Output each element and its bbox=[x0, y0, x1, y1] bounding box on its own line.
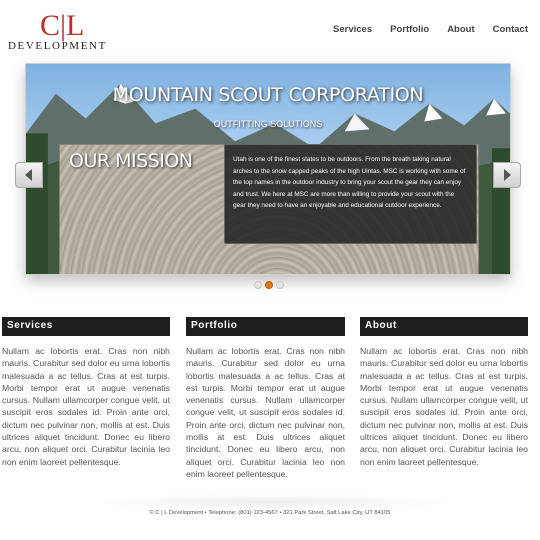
nav-portfolio[interactable]: Portfolio bbox=[390, 24, 429, 35]
slide-caption: Utah is one of the finest states to be o… bbox=[224, 144, 477, 244]
slider-dot-1[interactable] bbox=[254, 281, 262, 289]
logo[interactable]: C|L DEVELOPMENT bbox=[8, 9, 118, 53]
slider-dot-3[interactable] bbox=[276, 281, 284, 289]
slide-subtitle: OUTFITTING SOLUTIONS bbox=[213, 119, 323, 129]
nav-services[interactable]: Services bbox=[333, 24, 372, 35]
slider-dot-2[interactable] bbox=[265, 281, 273, 289]
section-body: Nullam ac lobortis erat. Cras non nibh m… bbox=[2, 346, 170, 467]
about-section: About Nullam ac lobortis erat. Cras non … bbox=[360, 317, 528, 468]
section-heading: Portfolio bbox=[186, 317, 345, 336]
main-nav: Services Portfolio About Contact bbox=[333, 24, 528, 35]
nav-contact[interactable]: Contact bbox=[493, 24, 528, 35]
slider-prev-button[interactable] bbox=[15, 162, 43, 188]
slider-pagination bbox=[254, 281, 284, 289]
footer: © C | L Development • Telephone: (801) 1… bbox=[149, 510, 391, 516]
section-heading: About bbox=[360, 317, 528, 336]
slide-title: MOUNTAIN SCOUT CORPORATION bbox=[112, 84, 424, 106]
portfolio-section: Portfolio Nullam ac lobortis erat. Cras … bbox=[186, 317, 345, 480]
section-body: Nullam ac lobortis erat. Cras non nibh m… bbox=[360, 346, 528, 467]
section-heading: Services bbox=[2, 317, 170, 336]
footer-divider bbox=[90, 494, 450, 510]
section-body: Nullam ac lobortis erat. Cras non nibh m… bbox=[186, 346, 345, 479]
slider-next-button[interactable] bbox=[493, 162, 521, 188]
mission-heading: OUR MISSION bbox=[69, 150, 193, 172]
logo-wordmark: DEVELOPMENT bbox=[8, 40, 107, 52]
nav-about[interactable]: About bbox=[447, 24, 474, 35]
chevron-right-icon bbox=[504, 169, 511, 181]
logo-mark: C|L bbox=[40, 9, 85, 42]
chevron-left-icon bbox=[25, 169, 32, 181]
services-section: Services Nullam ac lobortis erat. Cras n… bbox=[2, 317, 170, 468]
hero-slider: MOUNTAIN SCOUT CORPORATION OUTFITTING SO… bbox=[25, 63, 511, 275]
